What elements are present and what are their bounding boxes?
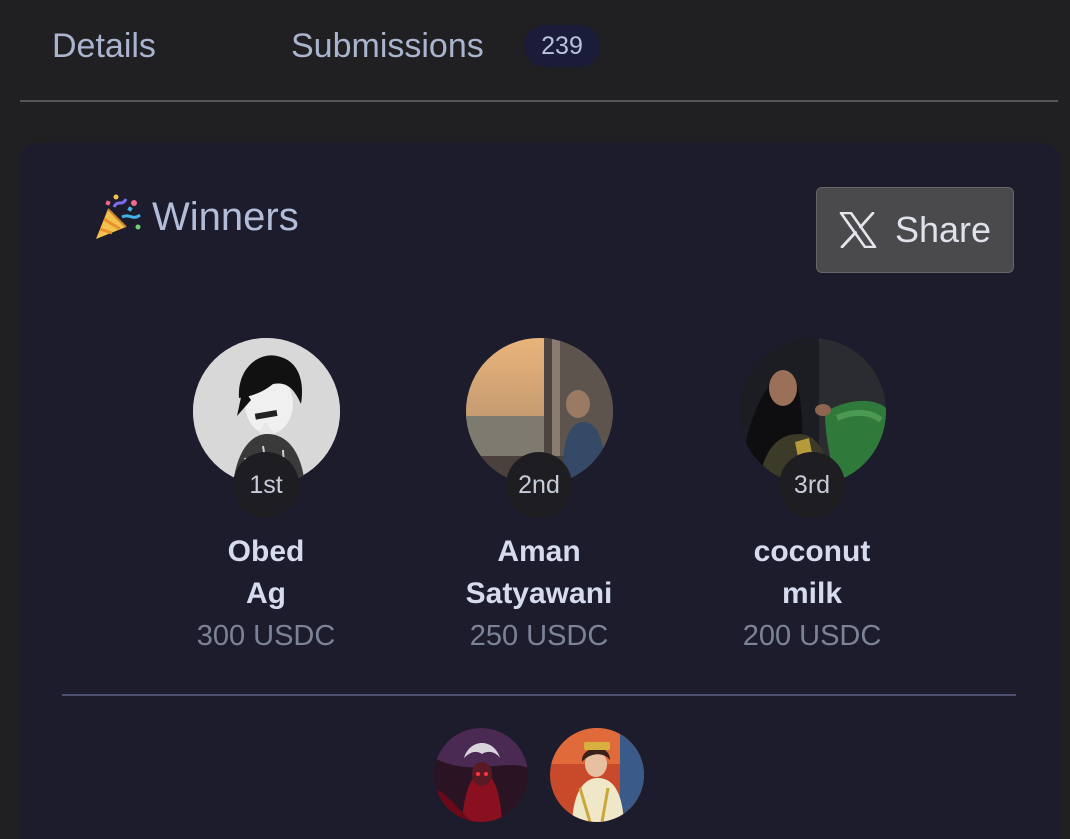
participant-avatar[interactable] xyxy=(434,728,528,822)
participant-avatar[interactable] xyxy=(550,728,644,822)
winner-name: Obed Ag xyxy=(156,531,376,615)
winner-name: coconut milk xyxy=(702,531,922,615)
winner-name-line: coconut xyxy=(753,535,871,568)
winner-name-line: Aman xyxy=(497,535,581,568)
tab-bar: Details Submissions 239 xyxy=(0,0,1070,102)
share-label: Share xyxy=(894,209,992,250)
tab-details[interactable]: Details xyxy=(52,26,156,66)
bounty-page: Details Submissions 239 Winners Share 1s… xyxy=(0,0,1070,839)
winner-card[interactable]: 2nd Aman Satyawani 250 USDC xyxy=(429,338,649,657)
submissions-count-badge: 239 xyxy=(524,25,600,67)
winner-name: Aman Satyawani xyxy=(429,531,649,615)
winner-card[interactable]: 1st Obed Ag 300 USDC xyxy=(156,338,376,657)
rank-badge: 2nd xyxy=(506,452,572,518)
share-button[interactable]: Share xyxy=(816,187,1014,273)
winner-prize: 300 USDC xyxy=(196,620,336,652)
winner-card[interactable]: 3rd coconut milk 200 USDC xyxy=(702,338,922,657)
rank-badge: 3rd xyxy=(779,452,845,518)
avatar-image xyxy=(550,728,644,822)
winners-divider xyxy=(62,694,1016,696)
rank-badge: 1st xyxy=(233,452,299,518)
party-popper-icon xyxy=(96,194,141,239)
winner-name-line: Obed xyxy=(227,535,305,568)
winner-prize: 250 USDC xyxy=(469,620,609,652)
avatar-image xyxy=(434,728,528,822)
winners-card: Winners Share 1st Obed Ag 300 USDC 2nd A… xyxy=(20,143,1060,839)
winner-name-line: milk xyxy=(781,577,843,610)
winners-title: Winners xyxy=(152,195,299,239)
winner-name-line: Satyawani xyxy=(465,577,613,610)
x-logo-icon xyxy=(839,212,877,248)
winners-header: Winners xyxy=(92,193,299,241)
tab-submissions[interactable]: Submissions xyxy=(291,26,484,66)
winner-name-line: Ag xyxy=(246,577,286,610)
winner-prize: 200 USDC xyxy=(742,620,882,652)
tabs-divider xyxy=(20,100,1058,102)
